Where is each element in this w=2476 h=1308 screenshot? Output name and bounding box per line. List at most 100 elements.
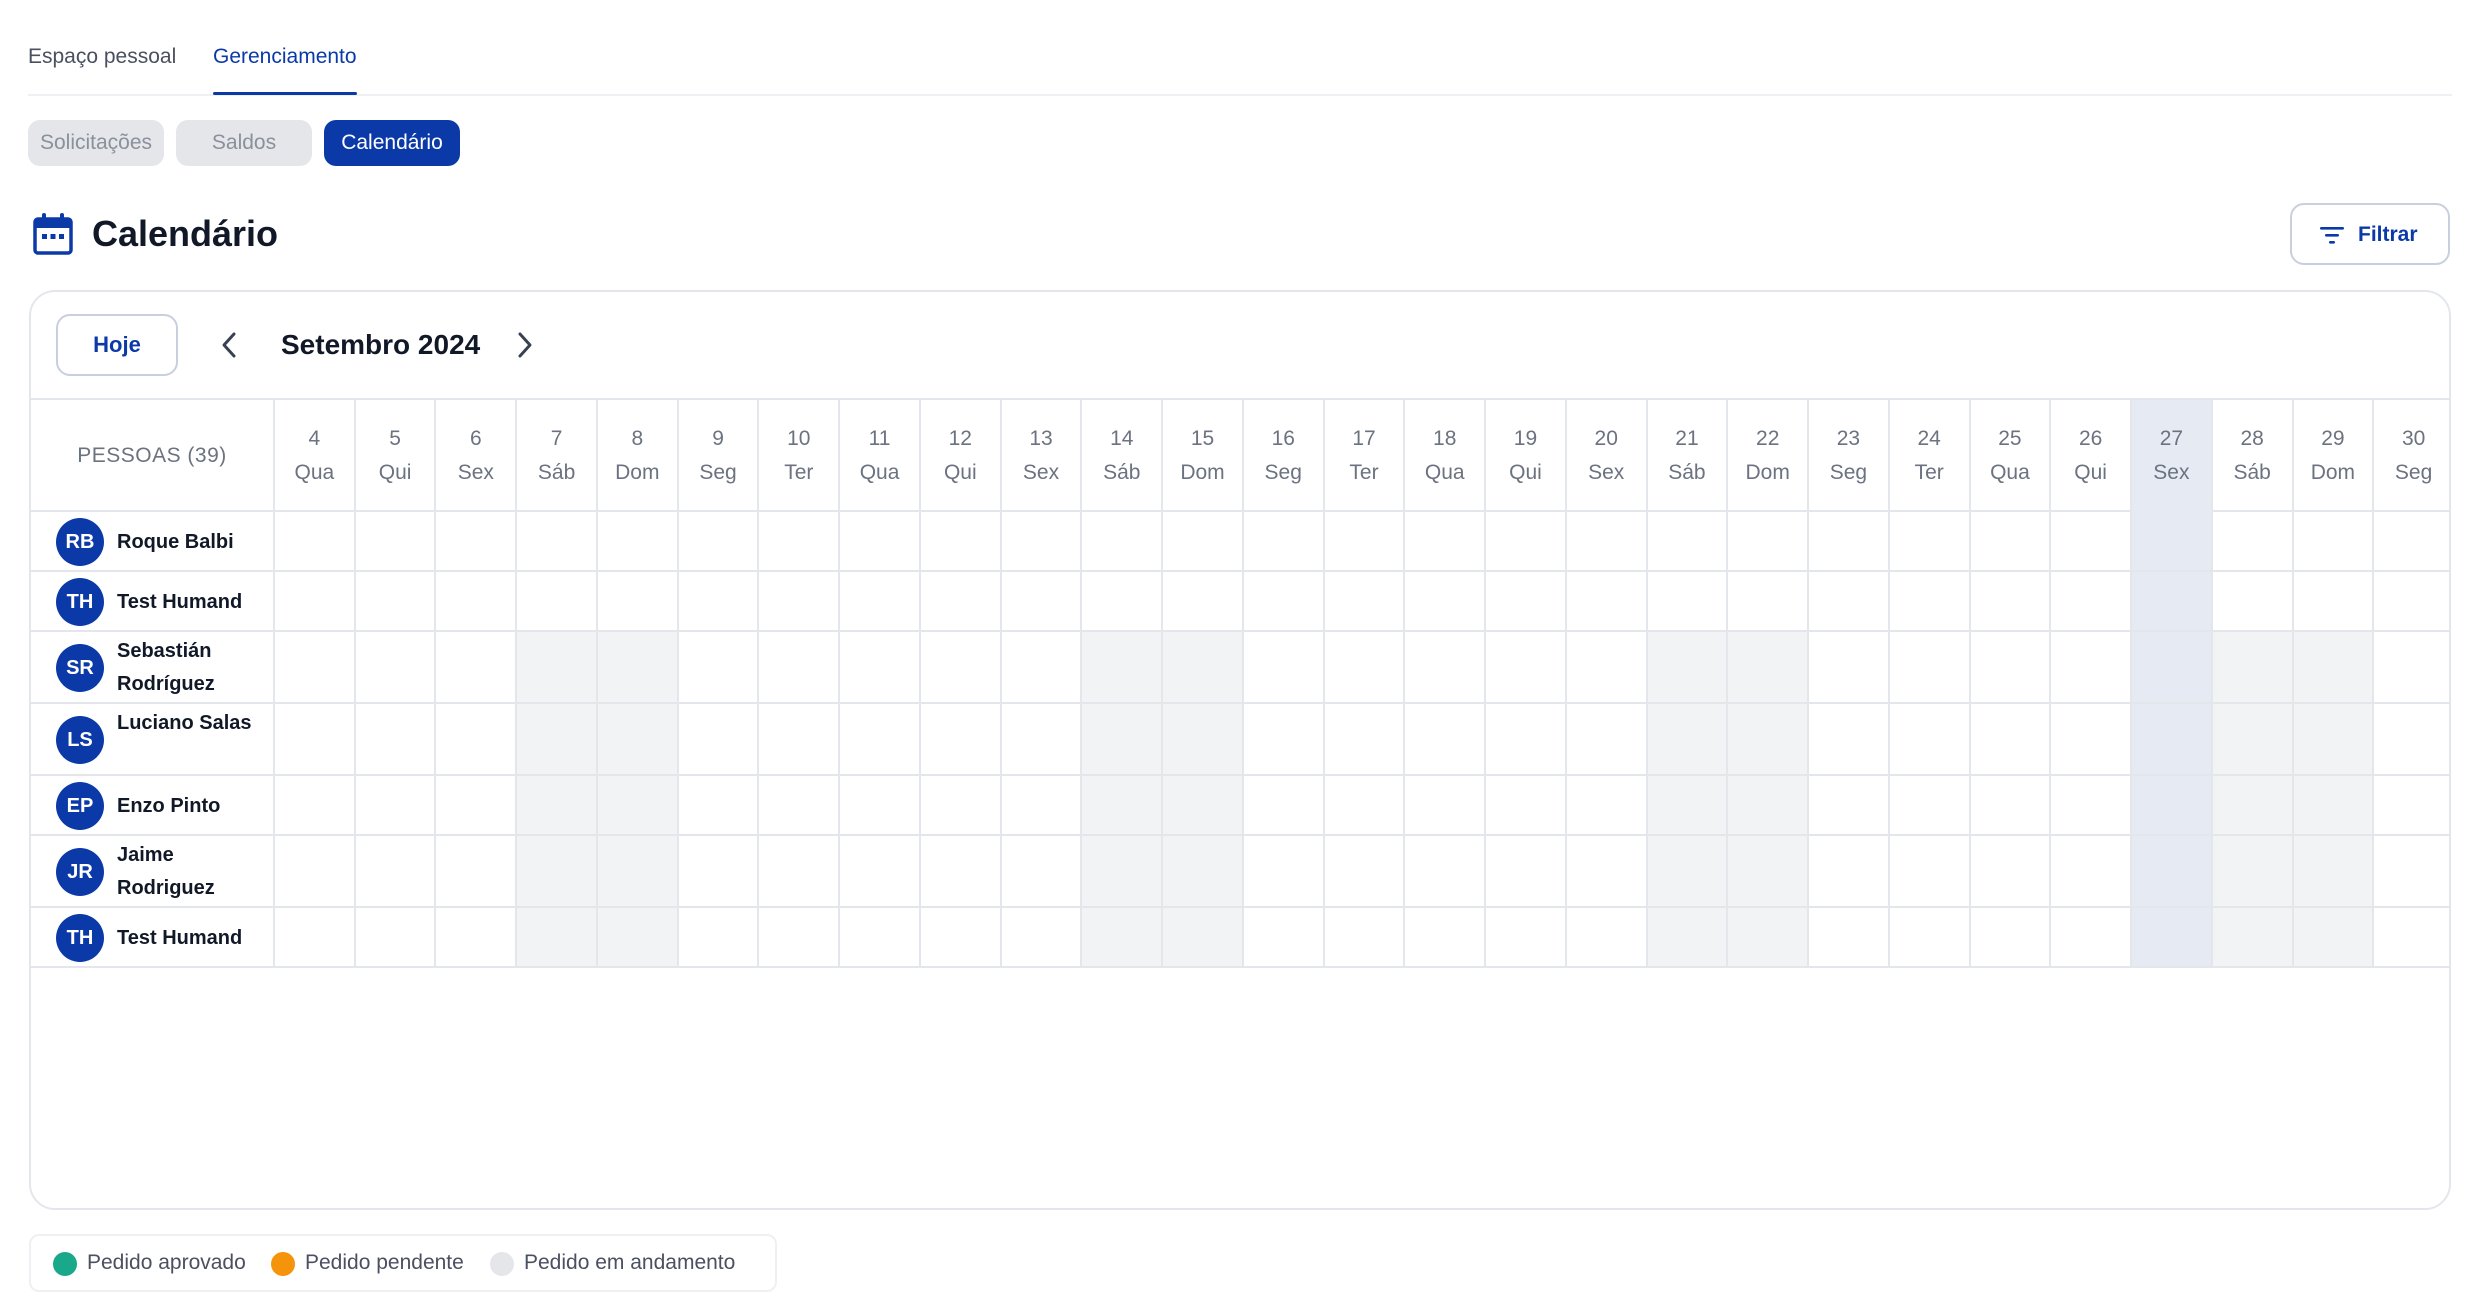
day-cell[interactable]	[1484, 704, 1565, 774]
day-cell[interactable]	[918, 632, 1000, 702]
day-cell[interactable]	[515, 512, 596, 570]
day-cell[interactable]	[757, 572, 838, 630]
day-cell[interactable]	[2049, 572, 2130, 630]
day-cell[interactable]	[273, 572, 354, 630]
day-cell[interactable]	[757, 836, 838, 906]
day-cell[interactable]	[1887, 572, 1969, 630]
day-cell[interactable]	[2210, 632, 2292, 702]
day-cell[interactable]	[2130, 908, 2211, 966]
day-cell[interactable]	[1080, 704, 1162, 774]
day-cell[interactable]	[273, 632, 354, 702]
day-cell[interactable]	[838, 512, 919, 570]
day-cell[interactable]	[1887, 632, 1969, 702]
day-cell[interactable]	[1807, 908, 1888, 966]
day-cell[interactable]	[1241, 836, 1323, 906]
day-cell[interactable]	[1403, 776, 1484, 834]
day-cell[interactable]	[515, 632, 596, 702]
person-cell[interactable]: RB Roque Balbi	[31, 512, 273, 570]
day-cell[interactable]	[434, 908, 515, 966]
day-cell[interactable]	[2049, 704, 2130, 774]
day-cell[interactable]	[838, 572, 919, 630]
day-cell[interactable]	[353, 836, 435, 906]
day-cell[interactable]	[2210, 572, 2292, 630]
day-cell[interactable]	[1241, 908, 1323, 966]
day-cell[interactable]	[2372, 632, 2449, 702]
day-cell[interactable]	[2210, 512, 2292, 570]
day-cell[interactable]	[1968, 704, 2050, 774]
day-cell[interactable]	[1484, 512, 1565, 570]
chevron-left-icon[interactable]	[215, 328, 243, 362]
day-cell[interactable]	[2372, 908, 2449, 966]
day-cell[interactable]	[434, 836, 515, 906]
day-cell[interactable]	[2291, 512, 2373, 570]
day-cell[interactable]	[1726, 776, 1808, 834]
day-cell[interactable]	[1645, 704, 1727, 774]
day-cell[interactable]	[2049, 776, 2130, 834]
day-cell[interactable]	[595, 776, 677, 834]
day-cell[interactable]	[918, 836, 1000, 906]
day-cell[interactable]	[999, 908, 1081, 966]
day-cell[interactable]	[1807, 704, 1888, 774]
day-cell[interactable]	[1645, 908, 1727, 966]
day-cell[interactable]	[2210, 908, 2292, 966]
day-cell[interactable]	[1403, 512, 1484, 570]
day-cell[interactable]	[1484, 572, 1565, 630]
day-cell[interactable]	[2130, 632, 2211, 702]
day-cell[interactable]	[1726, 632, 1808, 702]
day-cell[interactable]	[434, 704, 515, 774]
day-cell[interactable]	[676, 572, 758, 630]
day-cell[interactable]	[515, 908, 596, 966]
day-cell[interactable]	[2372, 836, 2449, 906]
day-cell[interactable]	[273, 776, 354, 834]
day-cell[interactable]	[2291, 836, 2373, 906]
day-cell[interactable]	[353, 572, 435, 630]
day-cell[interactable]	[1564, 908, 1646, 966]
day-cell[interactable]	[2049, 632, 2130, 702]
day-cell[interactable]	[2291, 704, 2373, 774]
day-cell[interactable]	[999, 512, 1081, 570]
day-cell[interactable]	[2130, 836, 2211, 906]
day-cell[interactable]	[2291, 908, 2373, 966]
day-cell[interactable]	[757, 908, 838, 966]
day-cell[interactable]	[1968, 836, 2050, 906]
day-cell[interactable]	[595, 836, 677, 906]
day-cell[interactable]	[1484, 632, 1565, 702]
day-cell[interactable]	[1564, 572, 1646, 630]
day-cell[interactable]	[595, 512, 677, 570]
day-cell[interactable]	[273, 908, 354, 966]
day-cell[interactable]	[2130, 704, 2211, 774]
person-cell[interactable]: LS Luciano Salas	[31, 704, 273, 774]
day-cell[interactable]	[434, 776, 515, 834]
day-cell[interactable]	[1241, 512, 1323, 570]
day-cell[interactable]	[1403, 908, 1484, 966]
day-cell[interactable]	[595, 908, 677, 966]
day-cell[interactable]	[1161, 512, 1242, 570]
day-cell[interactable]	[2049, 908, 2130, 966]
person-cell[interactable]: SR Sebastián Rodríguez	[31, 632, 273, 702]
day-cell[interactable]	[353, 632, 435, 702]
tab-calendario[interactable]: Calendário	[324, 120, 460, 166]
day-cell[interactable]	[1080, 836, 1162, 906]
day-cell[interactable]	[1887, 776, 1969, 834]
day-cell[interactable]	[999, 572, 1081, 630]
day-cell[interactable]	[2130, 572, 2211, 630]
tab-espaco-pessoal[interactable]: Espaço pessoal	[28, 44, 176, 70]
day-cell[interactable]	[273, 704, 354, 774]
day-cell[interactable]	[2291, 632, 2373, 702]
day-cell[interactable]	[1080, 632, 1162, 702]
day-cell[interactable]	[1645, 776, 1727, 834]
day-cell[interactable]	[1968, 776, 2050, 834]
day-cell[interactable]	[1726, 704, 1808, 774]
day-cell[interactable]	[1807, 776, 1888, 834]
tab-gerenciamento[interactable]: Gerenciamento	[213, 44, 357, 95]
day-cell[interactable]	[1322, 836, 1404, 906]
day-cell[interactable]	[434, 512, 515, 570]
day-cell[interactable]	[1080, 512, 1161, 570]
day-cell[interactable]	[757, 776, 838, 834]
day-cell[interactable]	[1080, 908, 1162, 966]
day-cell[interactable]	[1403, 632, 1484, 702]
day-cell[interactable]	[515, 836, 596, 906]
day-cell[interactable]	[2210, 836, 2292, 906]
day-cell[interactable]	[1564, 704, 1646, 774]
day-cell[interactable]	[2372, 776, 2449, 834]
